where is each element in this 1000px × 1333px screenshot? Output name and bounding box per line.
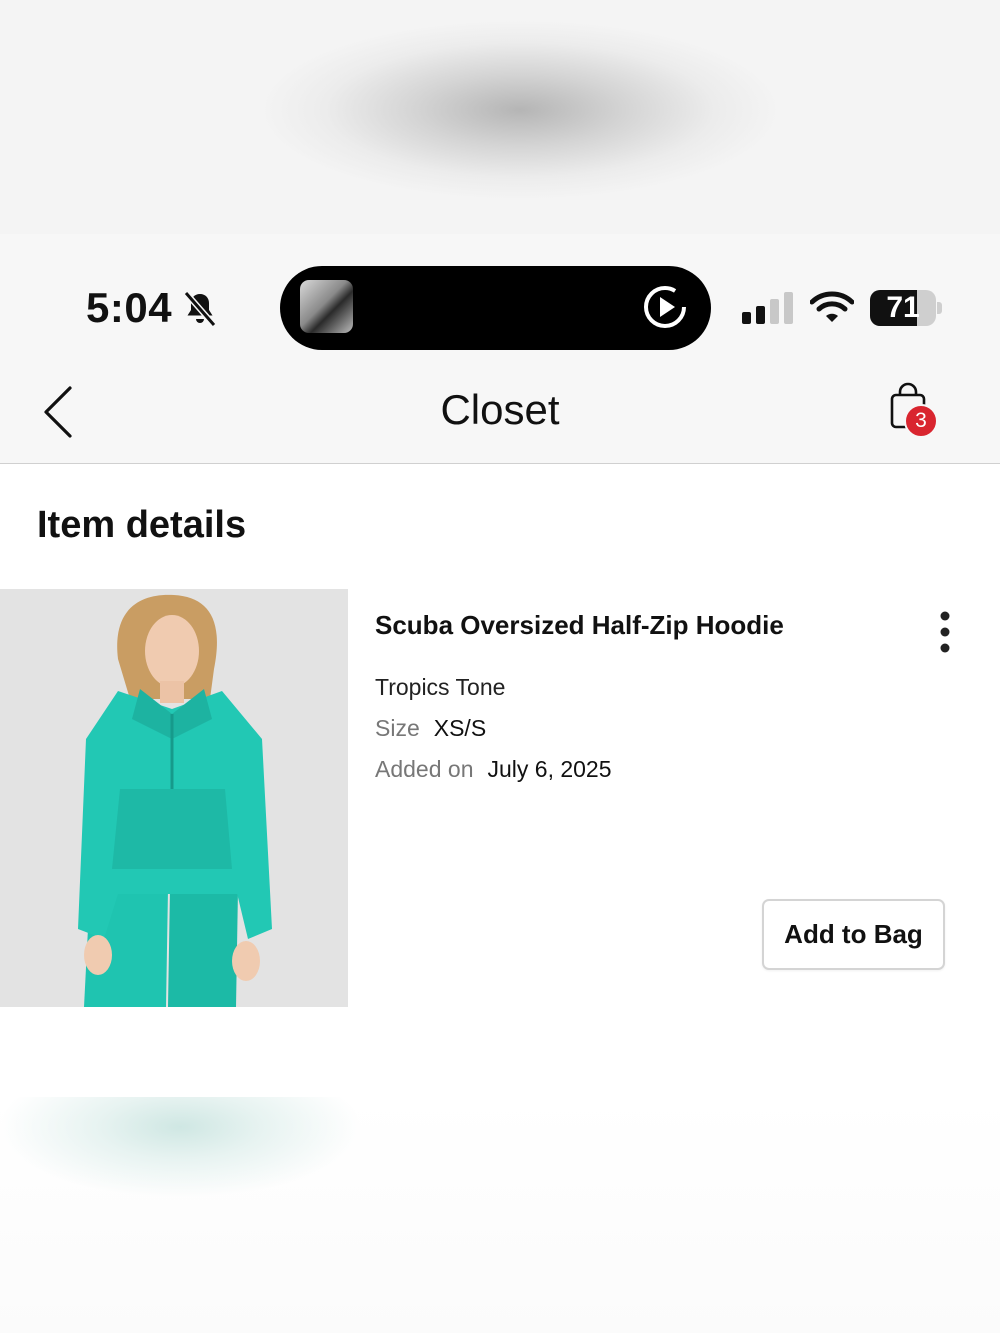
shopping-bag-button[interactable]: 3: [884, 382, 944, 446]
bell-slash-icon: [183, 291, 217, 327]
more-vertical-icon[interactable]: [930, 610, 960, 654]
product-image[interactable]: [0, 589, 348, 1007]
dynamic-island[interactable]: [280, 266, 711, 350]
bag-count-badge: 3: [904, 404, 938, 438]
product-name[interactable]: Scuba Oversized Half-Zip Hoodie: [375, 610, 784, 641]
add-to-bag-button[interactable]: Add to Bag: [762, 899, 945, 970]
section-title: Item details: [37, 504, 247, 546]
battery-icon: 71: [870, 290, 942, 326]
blurred-background-bottom: [0, 1097, 1000, 1333]
size-value: XS/S: [433, 715, 487, 741]
blurred-background-top: [0, 0, 1000, 234]
wifi-icon: [810, 291, 854, 322]
status-bar: 5:04 71: [0, 234, 1000, 364]
added-on-value: July 6, 2025: [487, 756, 612, 782]
phone-screen: 5:04 71 Closet 3 Item details Scuba Over…: [0, 234, 1000, 1097]
play-icon[interactable]: [642, 284, 688, 330]
product-color: Tropics Tone: [375, 674, 506, 700]
added-on-row: Added on July 6, 2025: [375, 756, 612, 783]
signal-icon: [742, 292, 793, 324]
status-time: 5:04: [86, 284, 173, 331]
size-label: Size: [375, 715, 420, 741]
size-row: Size XS/S: [375, 715, 486, 742]
page-title: Closet: [440, 386, 560, 433]
battery-level: 71: [886, 291, 920, 324]
product-photo-hoodie: [0, 589, 348, 1007]
navigation-bar: Closet 3: [0, 364, 1000, 464]
now-playing-artwork: [300, 280, 353, 333]
added-on-label: Added on: [375, 756, 474, 782]
